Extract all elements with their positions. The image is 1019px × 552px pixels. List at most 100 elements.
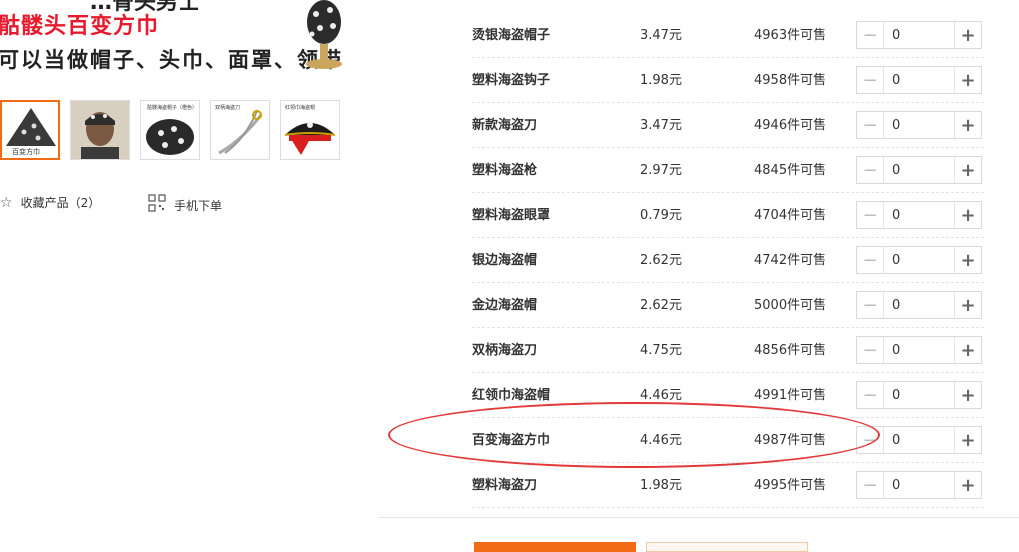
product-name: 红领巾海盗帽	[472, 388, 551, 403]
thumbnail-caption: 百变方巾	[12, 147, 40, 156]
product-price: 2.62元	[640, 298, 682, 313]
product-price: 2.97元	[640, 163, 682, 178]
decrement-button[interactable]: −	[857, 337, 884, 363]
quantity-input[interactable]	[884, 337, 954, 363]
increment-button[interactable]: +	[954, 202, 981, 228]
product-stock: 4991件可售	[754, 388, 827, 403]
increment-button[interactable]: +	[954, 472, 981, 498]
pirate-hat-thumbnail-image: 红领巾海盗帽	[281, 101, 339, 159]
product-stock: 4946件可售	[754, 118, 827, 133]
product-stock: 4987件可售	[754, 433, 827, 448]
product-stock: 4995件可售	[754, 478, 827, 493]
quantity-stepper: −+	[856, 111, 982, 139]
product-name: 金边海盗帽	[472, 298, 538, 313]
favorite-button[interactable]: ☆ 收藏产品（2）	[0, 194, 100, 211]
table-row: 塑料海盗钩子1.98元4958件可售−+	[472, 58, 984, 103]
quantity-stepper: −+	[856, 66, 982, 94]
increment-button[interactable]: +	[954, 22, 981, 48]
row-divider	[472, 507, 984, 508]
thumbnail-2[interactable]	[70, 100, 130, 160]
quantity-input[interactable]	[884, 67, 954, 93]
product-price: 4.46元	[640, 388, 682, 403]
quantity-input[interactable]	[884, 202, 954, 228]
product-name: 新款海盗刀	[472, 118, 538, 133]
decrement-button[interactable]: −	[857, 112, 884, 138]
product-stock: 5000件可售	[754, 298, 827, 313]
table-row: 双柄海盗刀4.75元4856件可售−+	[472, 328, 984, 373]
product-price: 3.47元	[640, 118, 682, 133]
thumbnail-caption: 红领巾海盗帽	[285, 104, 315, 111]
decrement-button[interactable]: −	[857, 292, 884, 318]
product-price: 4.46元	[640, 433, 682, 448]
quantity-stepper: −+	[856, 201, 982, 229]
buy-now-button[interactable]	[474, 542, 636, 552]
product-name: 塑料海盗枪	[472, 163, 538, 178]
quantity-input[interactable]	[884, 427, 954, 453]
increment-button[interactable]: +	[954, 157, 981, 183]
thumbnail-3[interactable]: 骷髅海盗帽子（橙色）	[140, 100, 200, 160]
product-stock: 4704件可售	[754, 208, 827, 223]
quantity-input[interactable]	[884, 112, 954, 138]
increment-button[interactable]: +	[954, 427, 981, 453]
decrement-button[interactable]: −	[857, 472, 884, 498]
decrement-button[interactable]: −	[857, 202, 884, 228]
quantity-input[interactable]	[884, 157, 954, 183]
skull-mannequin-image	[306, 0, 342, 69]
product-name: 百变海盗方巾	[472, 433, 551, 448]
decrement-button[interactable]: −	[857, 427, 884, 453]
product-price: 3.47元	[640, 28, 682, 43]
product-price: 1.98元	[640, 478, 682, 493]
quantity-input[interactable]	[884, 472, 954, 498]
quantity-input[interactable]	[884, 247, 954, 273]
decrement-button[interactable]: −	[857, 247, 884, 273]
quantity-stepper: −+	[856, 426, 982, 454]
increment-button[interactable]: +	[954, 292, 981, 318]
decrement-button[interactable]: −	[857, 157, 884, 183]
table-row: 烫银海盗帽子3.47元4963件可售−+	[472, 13, 984, 58]
qr-code-icon	[148, 194, 166, 216]
quantity-stepper: −+	[856, 21, 982, 49]
increment-button[interactable]: +	[954, 112, 981, 138]
product-stock: 4742件可售	[754, 253, 827, 268]
product-name: 烫银海盗帽子	[472, 28, 551, 43]
product-stock: 4963件可售	[754, 28, 827, 43]
skull-cap-thumbnail-image: 骷髅海盗帽子（橙色）	[141, 101, 199, 159]
thumbnail-1[interactable]: 百变方巾	[0, 100, 60, 160]
quantity-stepper: −+	[856, 156, 982, 184]
product-price: 2.62元	[640, 253, 682, 268]
table-row: 百变海盗方巾4.46元4987件可售−+	[472, 418, 984, 463]
thumbnail-caption: 骷髅海盗帽子（橙色）	[147, 104, 197, 111]
table-row: 金边海盗帽 2.62元 5000件可售 − +	[472, 283, 984, 328]
table-row: 新款海盗刀3.47元4946件可售−+	[472, 103, 984, 148]
product-name: 塑料海盗刀	[472, 478, 538, 493]
decrement-button[interactable]: −	[857, 22, 884, 48]
list-divider	[378, 517, 1019, 518]
thumbnail-4[interactable]: 双柄海盗刀	[210, 100, 270, 160]
quantity-input[interactable]	[884, 292, 954, 318]
product-price: 4.75元	[640, 343, 682, 358]
thumbnail-5[interactable]: 红领巾海盗帽	[280, 100, 340, 160]
product-stock: 4845件可售	[754, 163, 827, 178]
bandana-thumbnail-image: 百变方巾	[2, 102, 58, 158]
decrement-button[interactable]: −	[857, 67, 884, 93]
product-name: 银边海盗帽	[472, 253, 538, 268]
quantity-input[interactable]	[884, 382, 954, 408]
table-row: 银边海盗帽 2.62元 4742件可售 − +	[472, 238, 984, 283]
increment-button[interactable]: +	[954, 337, 981, 363]
increment-button[interactable]: +	[954, 382, 981, 408]
increment-button[interactable]: +	[954, 67, 981, 93]
mobile-order-button[interactable]: 手机下单	[148, 194, 222, 216]
promo-headline: 骷髅头百变方巾	[0, 14, 160, 39]
decrement-button[interactable]: −	[857, 382, 884, 408]
product-stock: 4856件可售	[754, 343, 827, 358]
product-price: 0.79元	[640, 208, 682, 223]
quantity-stepper: −+	[856, 336, 982, 364]
promo-subline: 可以当做帽子、头巾、面罩、领带	[0, 48, 343, 72]
increment-button[interactable]: +	[954, 247, 981, 273]
quantity-input[interactable]	[884, 22, 954, 48]
product-stock: 4958件可售	[754, 73, 827, 88]
quantity-stepper: −+	[856, 381, 982, 409]
add-to-cart-button[interactable]	[646, 542, 808, 552]
product-name: 双柄海盗刀	[472, 343, 538, 358]
thumbnail-caption: 双柄海盗刀	[215, 104, 240, 111]
